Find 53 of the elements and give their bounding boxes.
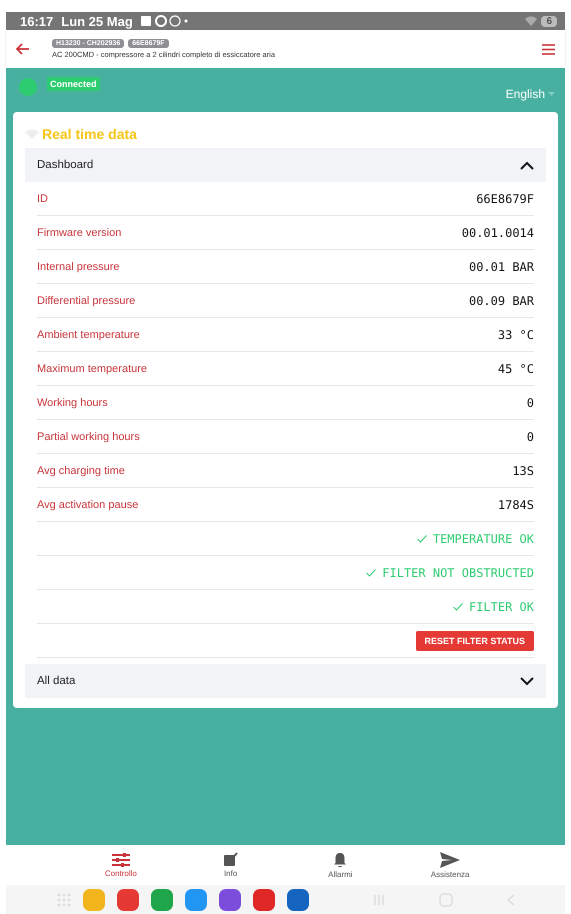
menu-icon[interactable] xyxy=(542,44,555,54)
field-label: Internal pressure xyxy=(37,260,120,272)
send-icon xyxy=(440,852,460,868)
section-title: All data xyxy=(37,675,76,687)
field-value: 00.01 BAR xyxy=(468,260,534,274)
notification-icons xyxy=(140,15,189,27)
chevron-icon[interactable] xyxy=(520,676,534,686)
field-value: 1784S xyxy=(498,498,534,512)
bell-icon xyxy=(333,852,348,868)
field-value: 13S xyxy=(512,464,534,478)
status-text: FILTER NOT OBSTRUCTED xyxy=(382,566,534,580)
field-value: 45 °C xyxy=(498,362,534,376)
status-text: FILTER OK xyxy=(468,600,534,614)
dashboard-header[interactable]: Dashboard xyxy=(25,148,546,182)
field-value: 00.01.0014 xyxy=(462,226,534,240)
field-label: Ambient temperature xyxy=(37,328,140,340)
card-title: Real time data xyxy=(42,126,137,142)
app-icon[interactable] xyxy=(286,888,308,910)
section-title: Dashboard xyxy=(37,159,94,171)
connection-badge: Connected xyxy=(47,77,100,91)
app-icon[interactable] xyxy=(116,888,138,910)
field-label: Maximum temperature xyxy=(37,362,148,374)
battery-indicator: 6 xyxy=(541,16,557,26)
reset-filter-button[interactable]: RESET FILTER STATUS xyxy=(416,630,534,650)
nav-tab[interactable]: Info xyxy=(176,845,286,885)
nav-tab[interactable]: Controllo xyxy=(66,845,176,885)
field-label: ID xyxy=(37,192,48,204)
field-value: 0 xyxy=(526,396,534,410)
app-icon[interactable] xyxy=(218,888,240,910)
field-value: 66E8679F xyxy=(476,192,534,206)
back-arrow-icon[interactable] xyxy=(16,43,30,55)
field-label: Differential pressure xyxy=(37,294,136,306)
app-icon[interactable] xyxy=(184,888,206,910)
field-label: Firmware version xyxy=(37,226,122,238)
sliders-icon xyxy=(112,852,130,866)
status-time: 16:17 xyxy=(20,14,54,28)
status-text: TEMPERATURE OK xyxy=(432,532,534,546)
nav-tab[interactable]: Assistenza xyxy=(395,845,505,885)
app-icon[interactable] xyxy=(252,888,274,910)
nav-tab[interactable]: Allarmi xyxy=(286,845,396,885)
field-label: Avg activation pause xyxy=(37,498,138,510)
all-data-header[interactable]: All data xyxy=(25,664,546,698)
field-label: Partial working hours xyxy=(37,430,140,442)
field-value: 00.09 BAR xyxy=(468,294,534,308)
edit-icon xyxy=(224,852,238,867)
field-label: Avg charging time xyxy=(37,464,125,476)
wifi-icon xyxy=(525,16,538,26)
field-value: 0 xyxy=(526,430,534,444)
chevron-icon[interactable] xyxy=(520,160,534,170)
status-date: Lun 25 Mag xyxy=(61,14,133,28)
field-value: 33 °C xyxy=(498,328,534,342)
field-label: Working hours xyxy=(37,396,108,408)
app-icon[interactable] xyxy=(150,888,172,910)
